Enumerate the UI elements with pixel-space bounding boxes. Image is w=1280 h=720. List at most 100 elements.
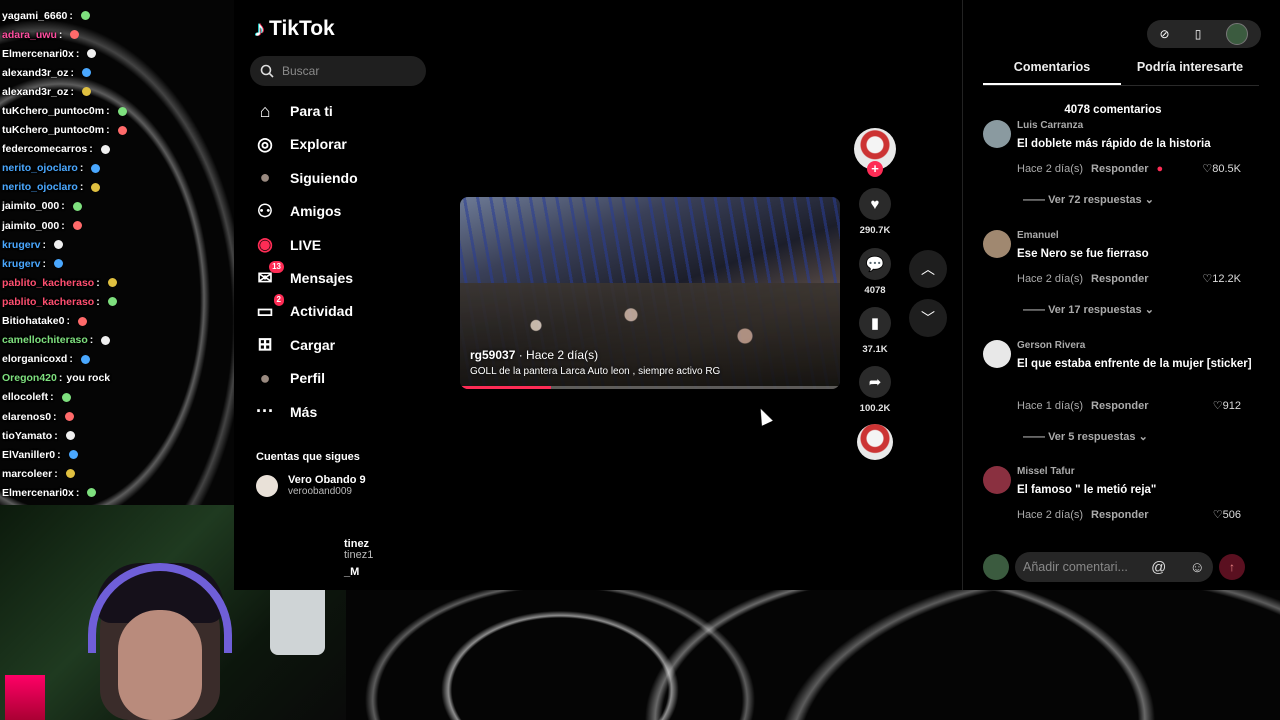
commenter-avatar[interactable] [983,466,1011,494]
comment-likes[interactable]: ♡80.5K [1202,162,1241,175]
chat-emote-icon [117,125,127,135]
video-progress-bar[interactable] [460,386,840,389]
chat-username: jaimito_000 [2,219,60,232]
sidebar-item-label: Perfil [290,370,326,387]
following-account-item[interactable]: Vero Obando 9 verooband009 [256,474,366,497]
chat-username: ellocoleft [2,391,49,404]
save-action[interactable]: ▮ 37.1K [853,307,897,355]
chat-emote-icon [117,106,127,116]
chat-separator: : [54,429,58,442]
sidebar-item-live[interactable]: ◉ LIVE [254,230,424,260]
chat-separator: : [70,66,75,79]
video-author[interactable]: rg59037 · Hace 2 día(s) [470,348,830,362]
reply-button[interactable]: Responder [1091,163,1148,175]
chat-emote-icon [107,278,117,288]
video-player[interactable]: rg59037 · Hace 2 día(s) GOLL de la pante… [460,197,840,389]
chat-message: marcoleer : [0,464,234,483]
music-disc[interactable] [853,424,897,460]
commenter-avatar[interactable] [983,230,1011,258]
chat-separator: : [106,105,110,118]
previous-video-button[interactable]: ︿ [909,250,947,288]
view-replies-button[interactable]: —— Ver 72 respuestas ⌄ [1023,193,1154,206]
chat-separator: : [50,391,54,404]
add-comment-input[interactable]: Añadir comentari... @ ☺ [1015,552,1213,582]
desktop-app-icon[interactable]: ⊘ [1160,27,1170,41]
chat-username: elarenos0 [2,410,52,423]
chat-separator: : [58,28,63,41]
sidebar-item-para-ti[interactable]: ⌂ Para ti [254,96,424,126]
sidebar-item-actividad[interactable]: ▭ 2 Actividad [254,294,424,326]
view-replies-button[interactable]: —— Ver 5 respuestas ⌄ [1023,430,1148,443]
next-video-button[interactable]: ﹀ [909,299,947,337]
sidebar-item-label: Explorar [290,136,347,153]
reply-button[interactable]: Responder [1091,400,1148,412]
mention-icon[interactable]: @ [1151,559,1166,576]
chat-separator: : [96,276,100,289]
sidebar-item-siguiendo[interactable]: ● Siguiendo [254,163,424,193]
chat-emote-icon [70,30,80,40]
panel-tabs: Comentarios Podría interesarte [983,60,1259,86]
commenter-avatar[interactable] [983,340,1011,368]
reply-button[interactable]: Responder [1091,273,1148,285]
chat-separator: : [42,257,47,270]
search-icon [260,64,274,78]
sidebar-item-mensajes[interactable]: ✉ 13 Mensajes [254,261,424,293]
share-arrow-icon[interactable]: ➦ [859,366,891,398]
chat-separator: : [58,372,63,385]
follow-plus-icon[interactable]: + [867,161,883,177]
share-action[interactable]: ➦ 100.2K [853,366,897,414]
comment-likes[interactable]: ♡912 [1213,399,1241,412]
comment-time: Hace 2 día(s) [1017,162,1084,175]
bookmark-icon[interactable]: ▮ [859,307,891,339]
user-avatar[interactable] [1226,23,1249,45]
comment-likes[interactable]: ♡506 [1213,508,1241,521]
heart-icon[interactable]: ♥ [859,188,891,220]
emoji-icon[interactable]: ☺ [1190,559,1205,576]
comment-likes[interactable]: ♡12.2K [1202,272,1241,285]
commenter-name[interactable]: Luis Carranza [1017,120,1083,131]
sidebar-item-cargar[interactable]: ⊞ Cargar [254,330,424,360]
sidebar-item-amigos[interactable]: ⚇ Amigos [254,196,424,226]
commenter-name[interactable]: Emanuel [1017,230,1059,241]
sidebar-item-m-s[interactable]: ··· Más [254,397,424,427]
search-box[interactable] [250,56,426,86]
tab-you-may-like[interactable]: Podría interesarte [1121,60,1259,85]
chevron-down-icon: ⌄ [1144,194,1154,206]
commenter-avatar[interactable] [983,120,1011,148]
creator-avatar[interactable]: + [854,128,896,177]
mobile-device-icon[interactable]: ▯ [1195,27,1202,41]
creator-profile[interactable]: + [853,128,897,177]
comment-action[interactable]: 💬 4078 [853,248,897,296]
like-action[interactable]: ♥ 290.7K [853,188,897,236]
chat-emote-icon [107,297,117,307]
sound-disc-icon[interactable] [857,424,893,460]
commenter-name[interactable]: Missel Tafur [1017,466,1075,477]
search-input[interactable] [282,64,412,78]
chat-emote-icon [82,68,92,78]
comments-panel: ⊘ ▯ Comentarios Podría interesarte 4078 … [962,0,1280,590]
video-author-name[interactable]: rg59037 [470,348,515,362]
view-replies-label: Ver 17 respuestas [1048,304,1142,316]
comment-time: Hace 2 día(s) [1017,508,1084,521]
chat-emote-icon [91,163,101,173]
chat-message: yagami_6660 : [0,6,234,25]
comment-meta: Hace 1 día(s) Responder ♡912 [1017,399,1253,413]
partial-name-2: _M [344,566,360,578]
sidebar-item-perfil[interactable]: ● Perfil [254,363,424,393]
reply-button[interactable]: Responder [1091,509,1148,521]
sidebar-item-explorar[interactable]: ◎ Explorar [254,129,424,159]
send-comment-button[interactable]: ↑ [1219,554,1245,580]
tiktok-logo[interactable]: ♪ TikTok [254,16,335,42]
live-icon: ◉ [257,234,273,255]
comment-bubble-icon[interactable]: 💬 [859,248,891,280]
tab-comments[interactable]: Comentarios [983,60,1121,85]
chat-message: nerito_ojoclaro : [0,159,234,178]
partial-username: tinez1 [344,549,374,561]
comment-meta: Hace 2 día(s) Responder ● ♡80.5K [1017,162,1253,176]
commenter-name[interactable]: Gerson Rivera [1017,340,1085,351]
comment-like-count: 12.2K [1212,273,1241,285]
chat-emote-icon [61,392,71,402]
chat-message: krugerv : [0,254,234,273]
view-replies-button[interactable]: —— Ver 17 respuestas ⌄ [1023,303,1154,316]
top-toolbar: ⊘ ▯ [1147,20,1261,48]
